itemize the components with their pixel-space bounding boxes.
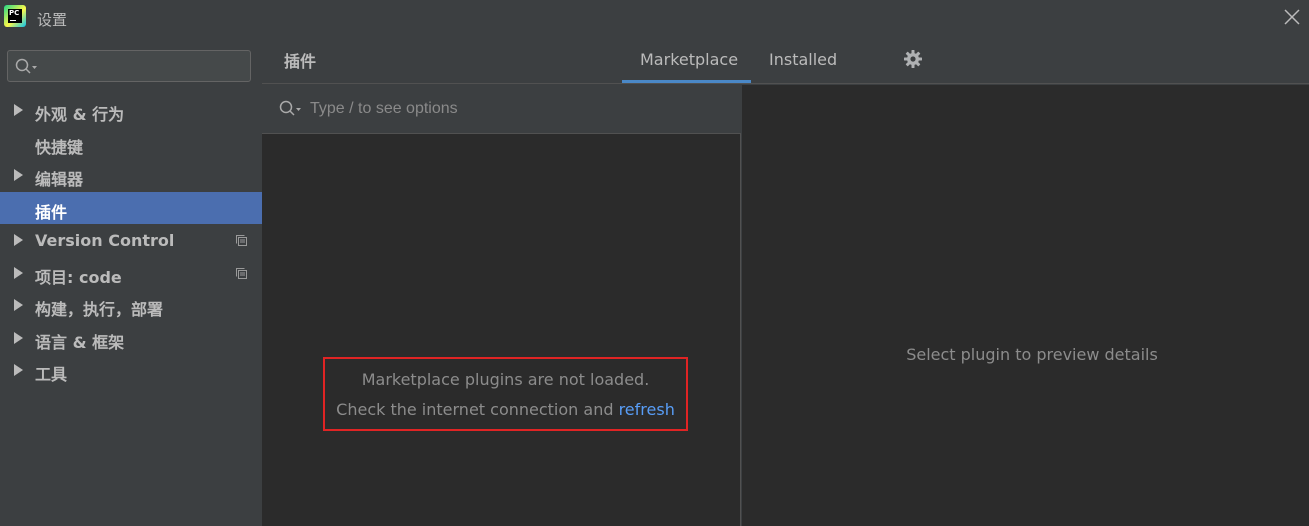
sidebar-item-label: 项目: code — [35, 267, 122, 287]
settings-nav-tree: 外观 & 行为 快捷键 编辑器 插件 Version Control 项目: c… — [0, 94, 262, 387]
notice-hint: Check the internet connection and refres… — [325, 400, 686, 419]
sidebar-item-build-execution-deployment[interactable]: 构建，执行，部署 — [0, 289, 262, 322]
expand-arrow-icon[interactable] — [14, 364, 23, 376]
sidebar-item-tools[interactable]: 工具 — [0, 354, 262, 387]
sidebar-item-version-control[interactable]: Version Control — [0, 224, 262, 257]
expand-arrow-icon[interactable] — [14, 169, 23, 181]
sidebar-item-plugins[interactable]: 插件 — [0, 191, 262, 224]
sidebar-item-label: 快捷键 — [35, 137, 84, 157]
project-scope-copy-icon — [236, 235, 247, 246]
sidebar-item-label: Version Control — [35, 231, 175, 250]
sidebar-item-label: 插件 — [35, 202, 68, 222]
sidebar-item-label: 外观 & 行为 — [35, 105, 125, 124]
plugin-list-pane: Marketplace plugins are not loaded. Chec… — [262, 85, 741, 526]
sidebar-item-label: 语言 & 框架 — [35, 332, 125, 352]
tab-installed[interactable]: Installed — [769, 50, 837, 69]
settings-search-box[interactable] — [7, 50, 251, 82]
expand-arrow-icon[interactable] — [14, 299, 23, 311]
expand-arrow-icon[interactable] — [14, 104, 23, 116]
sidebar-item-languages-frameworks[interactable]: 语言 & 框架 — [0, 322, 262, 355]
search-icon — [279, 100, 301, 116]
sidebar-item-keymap[interactable]: 快捷键 — [0, 127, 262, 160]
page-title: 插件 — [284, 52, 317, 71]
active-tab-indicator — [622, 80, 751, 83]
plugins-header: 插件 Marketplace Installed — [262, 36, 1309, 84]
preview-placeholder-text: Select plugin to preview details — [906, 345, 1158, 364]
close-icon — [1284, 9, 1300, 25]
plugin-search-input[interactable] — [310, 98, 710, 120]
sidebar-item-project[interactable]: 项目: code — [0, 257, 262, 290]
expand-arrow-icon[interactable] — [14, 234, 23, 246]
sidebar-item-appearance-behavior[interactable]: 外观 & 行为 — [0, 94, 262, 127]
project-scope-copy-icon — [236, 267, 247, 279]
sidebar-item-label: 编辑器 — [35, 170, 84, 189]
search-icon — [15, 58, 37, 74]
sidebar-item-label: 构建，执行，部署 — [35, 300, 164, 319]
settings-sidebar: 外观 & 行为 快捷键 编辑器 插件 Version Control 项目: c… — [0, 36, 262, 526]
refresh-link[interactable]: refresh — [619, 400, 675, 419]
title-bar: PC 设置 — [0, 0, 1309, 36]
tab-marketplace[interactable]: Marketplace — [640, 50, 738, 69]
plugin-search-box[interactable] — [262, 85, 741, 134]
sidebar-item-editor[interactable]: 编辑器 — [0, 159, 262, 192]
notice-message: Marketplace plugins are not loaded. — [361, 370, 650, 389]
sidebar-item-label: 工具 — [35, 365, 68, 384]
notice-hint-text: Check the internet connection and — [336, 400, 619, 419]
expand-arrow-icon[interactable] — [14, 331, 23, 344]
expand-arrow-icon[interactable] — [14, 266, 23, 279]
pycharm-logo-icon: PC — [4, 5, 26, 27]
marketplace-error-notice: Marketplace plugins are not loaded. Chec… — [323, 357, 688, 431]
close-button[interactable] — [1282, 7, 1302, 27]
settings-search-input[interactable] — [44, 56, 244, 76]
window-title: 设置 — [37, 11, 68, 29]
gear-icon[interactable] — [903, 49, 923, 69]
plugin-details-pane: Select plugin to preview details — [742, 85, 1309, 526]
